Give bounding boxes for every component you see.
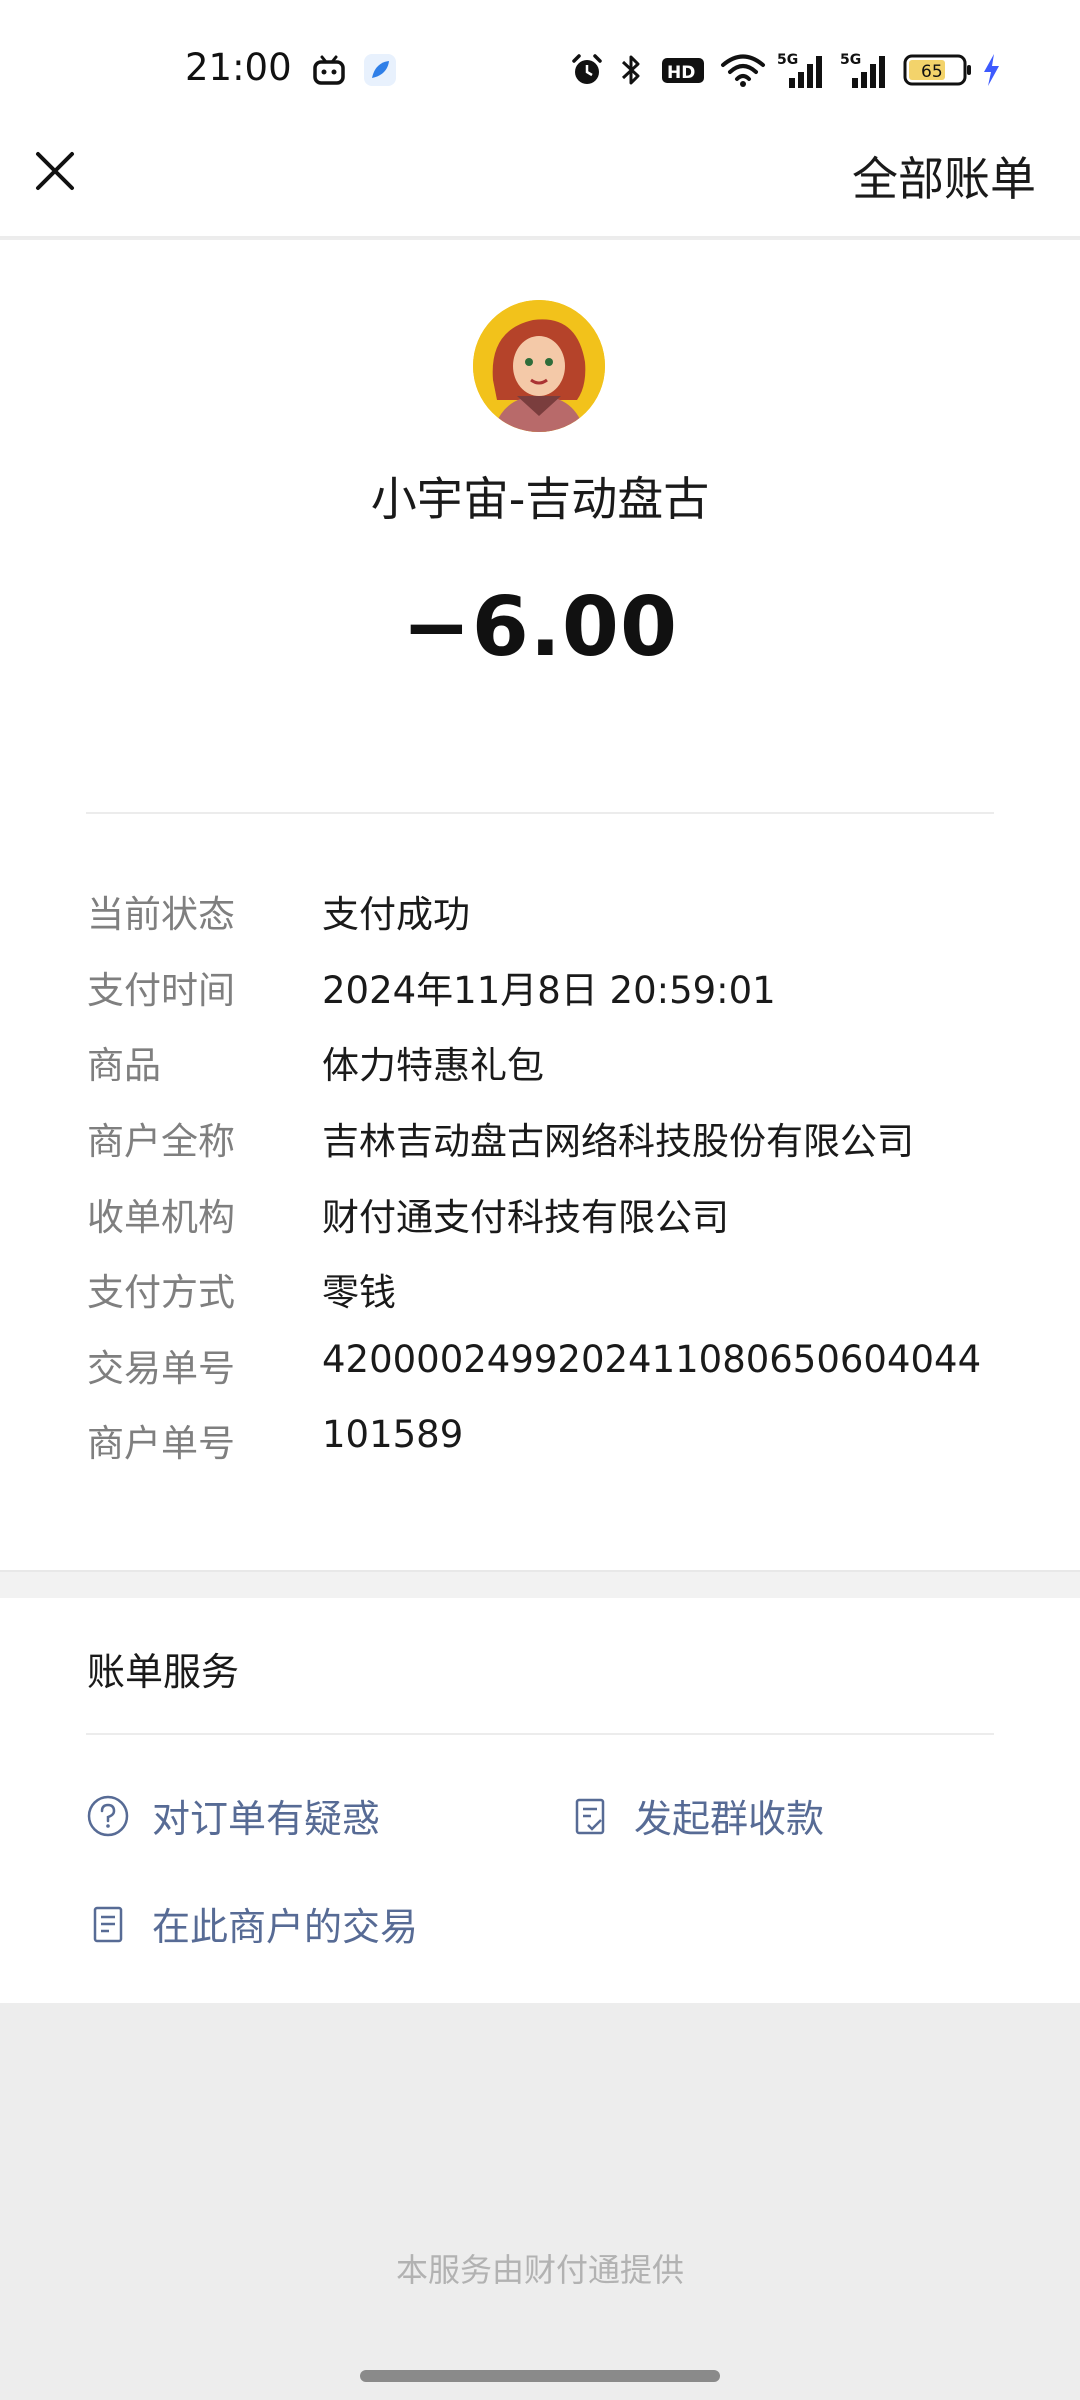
pay-method-label: 支付方式 (87, 1271, 235, 1314)
status-label: 当前状态 (87, 893, 235, 936)
bluetooth-icon (613, 50, 649, 90)
divider (86, 1733, 994, 1735)
merchant-fullname-label: 商户全称 (87, 1120, 235, 1163)
merchant-avatar (473, 300, 605, 432)
order-question-link[interactable]: 对订单有疑惑 (84, 1788, 380, 1843)
acquirer-value: 财付通支付科技有限公司 (322, 1196, 729, 1239)
all-bills-link[interactable]: 全部账单 (852, 143, 1036, 209)
home-indicator[interactable] (360, 2370, 720, 2382)
transaction-id-value[interactable]: 4200002499202411080650604044 (322, 1338, 981, 1381)
hd-badge-text: HD (667, 63, 695, 83)
question-circle-icon (84, 1792, 132, 1840)
document-icon (84, 1900, 132, 1948)
product-value: 体力特惠礼包 (322, 1044, 544, 1087)
divider (86, 812, 994, 814)
acquirer-label: 收单机构 (87, 1196, 235, 1239)
group-collect-label: 发起群收款 (634, 1797, 825, 1841)
bill-services-title: 账单服务 (87, 1650, 240, 1694)
merchant-transactions-link[interactable]: 在此商户的交易 (84, 1896, 418, 1951)
alarm-icon (567, 50, 607, 90)
bilibili-icon (309, 50, 349, 90)
hd-icon: HD (660, 50, 706, 90)
feather-app-icon (360, 50, 400, 90)
close-icon (34, 150, 76, 196)
provider-footer: 本服务由财付通提供 (395, 2251, 684, 2289)
product-label: 商品 (87, 1044, 161, 1087)
merchant-fullname-value: 吉林吉动盘古网络科技股份有限公司 (322, 1120, 914, 1163)
signal-icon: 5G (777, 50, 829, 90)
charging-icon (978, 50, 1004, 90)
close-button[interactable] (20, 140, 90, 206)
status-value: 支付成功 (322, 893, 470, 936)
network-label-1: 5G (777, 52, 798, 68)
pay-time-label: 支付时间 (87, 969, 235, 1012)
network-label-2: 5G (840, 52, 861, 68)
merchant-order-value[interactable]: 101589 (322, 1413, 463, 1456)
section-gap (0, 1570, 1080, 1598)
payment-amount: −6.00 (401, 580, 679, 675)
status-time: 21:00 (185, 46, 292, 89)
battery-level: 65 (921, 62, 943, 82)
wifi-icon (718, 50, 768, 90)
battery-icon: 65 (903, 50, 973, 90)
merchant-transactions-label: 在此商户的交易 (152, 1905, 419, 1949)
pay-method-value: 零钱 (322, 1271, 396, 1314)
checklist-icon (566, 1792, 614, 1840)
group-collect-link[interactable]: 发起群收款 (566, 1788, 824, 1843)
transaction-id-label: 交易单号 (87, 1347, 235, 1390)
merchant-name: 小宇宙-吉动盘古 (370, 472, 710, 526)
merchant-order-label: 商户单号 (87, 1422, 235, 1465)
order-question-label: 对订单有疑惑 (152, 1797, 381, 1841)
signal-icon: 5G (840, 50, 892, 90)
pay-time-value: 2024年11月8日 20:59:01 (322, 969, 776, 1012)
